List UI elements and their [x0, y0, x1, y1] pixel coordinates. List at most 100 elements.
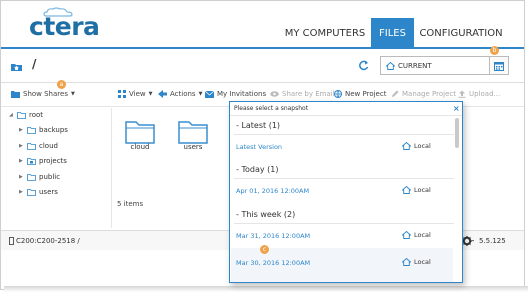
snapshot-selector-input[interactable]: CURRENT: [380, 56, 490, 75]
folder-icon: [17, 111, 26, 119]
tree-item-public[interactable]: ▶ public: [19, 173, 60, 181]
expand-arrow-icon[interactable]: ▶: [19, 174, 27, 180]
snapshot-location: Local: [402, 231, 431, 239]
folder-icon: [178, 121, 208, 144]
divider: [234, 134, 454, 135]
folder-label: users: [183, 143, 203, 151]
callout-badge-b: b: [490, 46, 499, 55]
snapshot-apr-01[interactable]: Apr 01, 2016 12:00AM: [236, 187, 309, 195]
eye-icon: [270, 91, 279, 97]
items-count: 5 items: [117, 200, 144, 208]
actions-icon: [158, 90, 167, 98]
show-shares-label: Show Shares: [23, 90, 68, 98]
tree-item-projects[interactable]: ▶ projects: [19, 157, 67, 165]
snapshot-location: Local: [402, 258, 431, 266]
chevron-down-icon: ▼: [198, 91, 203, 97]
share-by-email-button[interactable]: Share by Email: [270, 90, 335, 98]
actions-menu-button[interactable]: Actions ▼: [158, 90, 202, 98]
gear-icon[interactable]: [462, 235, 474, 247]
section-title: This week (2): [241, 210, 296, 219]
section-latest[interactable]: - Latest (1): [236, 121, 280, 130]
snapshot-value: CURRENT: [398, 61, 432, 70]
snapshot-location: Local: [402, 186, 431, 194]
expand-arrow-icon[interactable]: ▶: [19, 189, 27, 195]
expand-arrow-icon[interactable]: ◢: [9, 112, 17, 118]
divider: [234, 178, 454, 179]
section-title: Latest (1): [241, 121, 281, 130]
divider: [234, 223, 454, 224]
tree-item-label: public: [39, 173, 61, 181]
folder-label: cloud: [130, 143, 150, 151]
device-name: C200:C200-2518 /: [16, 237, 80, 245]
tree-item-cloud[interactable]: ▶ cloud: [19, 142, 58, 150]
device-status: C200:C200-2518 /: [9, 237, 80, 245]
globe-icon: [334, 90, 342, 98]
view-menu-button[interactable]: View ▼: [118, 90, 152, 98]
new-project-label: New Project: [345, 90, 387, 98]
folder-icon: [27, 173, 36, 181]
window-shadow: [4, 286, 528, 292]
version-label: 5.5.125: [479, 237, 506, 245]
snapshot-latest-version[interactable]: Latest Version: [236, 143, 282, 151]
folder-icon: [27, 142, 36, 150]
expand-arrow-icon[interactable]: ▶: [19, 158, 27, 164]
expand-arrow-icon[interactable]: ▶: [19, 143, 27, 149]
callout-badge-a: a: [57, 80, 66, 89]
refresh-icon[interactable]: [358, 60, 369, 71]
section-this-week[interactable]: - This week (2): [236, 210, 295, 219]
manage-project-button[interactable]: Manage Project: [391, 90, 456, 98]
new-project-button[interactable]: New Project: [334, 90, 386, 98]
folder-icon: [27, 126, 36, 134]
view-label: View: [129, 90, 146, 98]
tab-files[interactable]: FILES: [371, 18, 414, 48]
section-today[interactable]: - Today (1): [236, 165, 278, 174]
home-folder-icon[interactable]: [11, 62, 22, 71]
home-icon: [386, 61, 395, 70]
location-label: Local: [414, 231, 431, 239]
file-pane: cloud users 5 items: [113, 108, 233, 228]
expand-arrow-icon[interactable]: ▶: [19, 127, 27, 133]
share-folder-icon: [11, 91, 20, 98]
tree-item-backups[interactable]: ▶ backups: [19, 126, 68, 134]
pencil-icon: [392, 90, 399, 97]
actions-label: Actions: [170, 90, 196, 98]
home-icon: [402, 231, 411, 239]
pane-divider[interactable]: [111, 108, 112, 228]
tree-item-label: backups: [39, 126, 68, 134]
folder-icon: [27, 188, 36, 196]
chevron-down-icon: ▼: [70, 91, 75, 97]
snapshot-calendar-button[interactable]: [490, 56, 509, 75]
location-label: Local: [414, 142, 431, 150]
snapshot-mar-30[interactable]: Mar 30, 2016 12:00AM: [236, 259, 310, 267]
snapshot-mar-31[interactable]: Mar 31, 2016 12:00AM: [236, 232, 310, 240]
upload-button[interactable]: Upload...: [458, 90, 500, 98]
snapshot-dropdown-header: Please select a snapshot: [230, 102, 462, 116]
tree-item-root[interactable]: ◢ root: [9, 111, 43, 119]
callout-badge-c: c: [260, 245, 269, 254]
home-icon: [402, 142, 411, 150]
snapshot-dropdown: Please select a snapshot × - Latest (1) …: [229, 101, 463, 283]
upload-label: Upload...: [469, 90, 501, 98]
section-title: Today (1): [241, 165, 279, 174]
envelope-icon: [205, 90, 214, 98]
current-path: /: [32, 57, 37, 71]
my-invitations-button[interactable]: My Invitations: [205, 90, 266, 98]
project-folder-icon: [27, 157, 36, 165]
close-icon[interactable]: ×: [453, 104, 460, 113]
tree-item-label: users: [39, 188, 58, 196]
tree-item-label: projects: [39, 157, 67, 165]
tree-item-label: root: [29, 111, 44, 119]
scrollbar[interactable]: [455, 118, 459, 148]
path-bar: / CURRENT b: [1, 46, 524, 83]
home-icon: [402, 258, 411, 266]
upload-icon: [458, 90, 466, 98]
tab-my-computers[interactable]: MY COMPUTERS: [280, 18, 370, 48]
top-header: ctera MY COMPUTERS FILES CONFIGURATION: [1, 1, 524, 48]
device-icon: [9, 237, 14, 245]
folder-tree: ◢ root ▶ backups ▶ cloud ▶ projects ▶ pu…: [1, 108, 112, 228]
tree-item-users[interactable]: ▶ users: [19, 188, 58, 196]
home-icon: [402, 186, 411, 194]
folder-icon: [125, 121, 155, 144]
tab-configuration[interactable]: CONFIGURATION: [419, 18, 503, 48]
show-shares-button[interactable]: Show Shares ▼: [11, 90, 75, 98]
